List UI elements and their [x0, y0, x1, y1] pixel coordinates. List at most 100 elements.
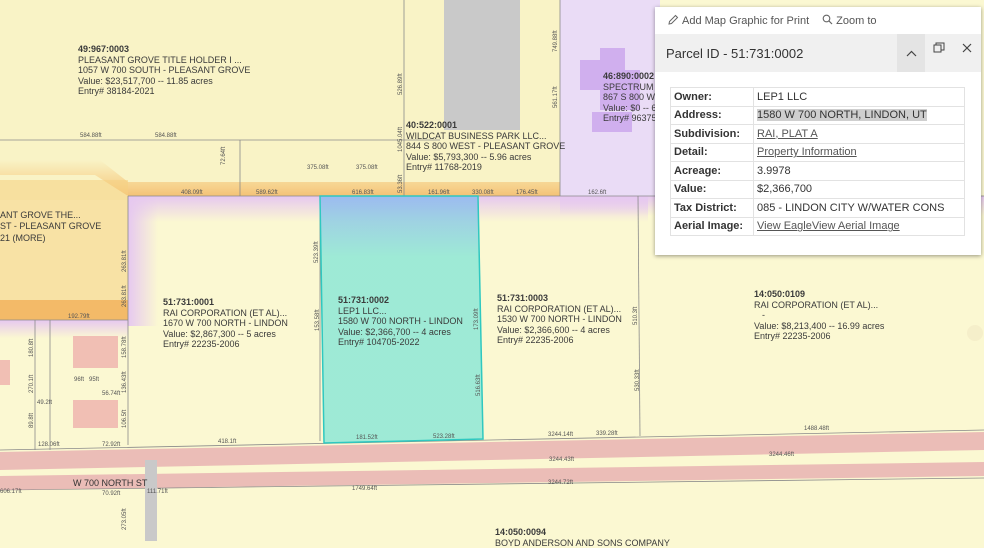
gray-road-segment: [444, 0, 520, 130]
zoom-icon: [822, 14, 833, 28]
popup-title: Parcel ID - 51:731:0002: [666, 46, 803, 61]
table-row: Value: $2,366,700: [671, 180, 965, 199]
popup-header-buttons: [897, 34, 981, 72]
parcel-line: 1670 W 700 NORTH - LINDON: [163, 318, 288, 329]
dimension-label: 106.5ft: [122, 410, 128, 428]
parcel-line: -: [754, 310, 884, 321]
property-information-link[interactable]: Property Information: [757, 146, 857, 158]
dimension-label: 89.8ft: [29, 413, 35, 428]
parcel-line: 21 (MORE): [0, 233, 101, 244]
dimension-label: 270.1ft: [29, 375, 35, 393]
parcel-label: 14:050:0094 BOYD ANDERSON AND SONS COMPA…: [495, 527, 670, 548]
close-icon: [962, 40, 972, 58]
dimension-label: 192.79ft: [68, 314, 90, 320]
parcel-line: ST - PLEASANT GROVE: [0, 221, 101, 232]
attr-value: 1580 W 700 NORTH, LINDON, UT: [754, 106, 965, 125]
dimension-label: 510.3ft: [633, 307, 639, 325]
dimension-label: 161.96ft: [428, 190, 450, 196]
parcel-id: 51:731:0002: [338, 295, 463, 306]
attr-key: Tax District:: [671, 199, 754, 218]
parcel-id: 51:731:0003: [497, 293, 622, 304]
dimension-label: 749.88ft: [553, 30, 559, 52]
table-row: Acreage: 3.9978: [671, 162, 965, 181]
parcel-label: 14:050:0109 RAI CORPORATION (ET AL)... -…: [754, 289, 884, 342]
attr-key: Subdivision:: [671, 125, 754, 144]
parcel-line: Value: $8,213,400 -- 16.99 acres: [754, 321, 884, 332]
building: [73, 400, 118, 428]
road-label: W 700 NORTH ST: [73, 478, 147, 488]
parcel-line: Entry# 22235-2006: [754, 331, 884, 342]
dimension-label: 375.08ft: [307, 165, 329, 171]
dimension-label: 1045.04ft: [398, 127, 404, 152]
chevron-up-icon: [906, 44, 917, 62]
parcel-id: 40:522:0001: [406, 120, 565, 131]
attr-key: Acreage:: [671, 162, 754, 181]
orange-boundary-left: [0, 180, 128, 320]
parcel-line: ANT GROVE THE...: [0, 210, 101, 221]
close-button[interactable]: [953, 34, 981, 64]
parcel-line: Value: $5,793,300 -- 5.96 acres: [406, 152, 565, 163]
parcel-line: SPECTRUM A: [603, 82, 662, 93]
parcel-line: RAI CORPORATION (ET AL)...: [497, 304, 622, 315]
dock-button[interactable]: [925, 34, 953, 64]
parcel-popup: Add Map Graphic for Print Zoom to Parcel…: [655, 7, 981, 255]
dimension-label: 128.06ft: [38, 442, 60, 448]
dimension-label: 516.63ft: [476, 374, 482, 396]
attr-key: Aerial Image:: [671, 217, 754, 236]
attr-value: LEP1 LLC: [754, 88, 965, 107]
attr-key: Address:: [671, 106, 754, 125]
parcel-label-selected: 51:731:0002 LEP1 LLC... 1580 W 700 NORTH…: [338, 295, 463, 348]
table-row: Address: 1580 W 700 NORTH, LINDON, UT: [671, 106, 965, 125]
table-row: Aerial Image: View EagleView Aerial Imag…: [671, 217, 965, 236]
dimension-label: 3244.46ft: [769, 452, 794, 458]
restore-window-icon: [933, 40, 945, 58]
dimension-label: 96ft: [74, 377, 84, 383]
parcel-line: BOYD ANDERSON AND SONS COMPANY: [495, 538, 670, 548]
dimension-label: 181.52ft: [356, 435, 378, 441]
dimension-label: 153.58ft: [315, 309, 321, 331]
parcel-id: 49:967:0003: [78, 44, 250, 55]
dimension-label: 339.28ft: [596, 431, 618, 437]
add-map-graphic-button[interactable]: Add Map Graphic for Print: [668, 14, 809, 28]
dimension-label: 418.1ft: [218, 439, 236, 445]
zoom-to-button[interactable]: Zoom to: [822, 14, 876, 28]
parcel-label: 40:522:0001 WILDCAT BUSINESS PARK LLC...…: [406, 120, 565, 173]
attr-value: RAI, PLAT A: [754, 125, 965, 144]
dimension-label: 263.81ft: [122, 250, 128, 272]
dimension-label: 176.45ft: [516, 190, 538, 196]
dimension-label: 111.71ft: [147, 489, 168, 495]
collapse-button[interactable]: [897, 34, 925, 72]
parcel-line: Entry# 22235-2006: [497, 335, 622, 346]
dimension-label: 158.78ft: [122, 336, 128, 358]
table-row: Owner: LEP1 LLC: [671, 88, 965, 107]
address-value[interactable]: 1580 W 700 NORTH, LINDON, UT: [757, 109, 927, 121]
add-map-graphic-label: Add Map Graphic for Print: [682, 15, 809, 27]
attr-value: Property Information: [754, 143, 965, 162]
parcel-line: 1057 W 700 SOUTH - PLEASANT GROVE: [78, 65, 250, 76]
parcel-line: 867 S 800 WE: [603, 92, 662, 103]
dimension-label: 375.08ft: [356, 165, 378, 171]
subdivision-link[interactable]: RAI, PLAT A: [757, 128, 818, 140]
parcel-line: PLEASANT GROVE TITLE HOLDER I ...: [78, 55, 250, 66]
attr-value: $2,366,700: [754, 180, 965, 199]
parcel-line: Entry# 38184-2021: [78, 86, 250, 97]
attr-value: 3.9978: [754, 162, 965, 181]
building: [0, 360, 10, 385]
parcel-id: 14:050:0094: [495, 527, 670, 538]
dimension-label: 330.08ft: [472, 190, 494, 196]
eagleview-aerial-link[interactable]: View EagleView Aerial Image: [757, 220, 900, 232]
parcel-label: 46:890:0002 SPECTRUM A 867 S 800 WE Valu…: [603, 71, 662, 124]
gray-road-segment: [145, 460, 157, 541]
dimension-label: 606.17ft: [0, 489, 22, 495]
dimension-label: 180.8ft: [29, 339, 35, 357]
building: [73, 336, 118, 368]
dimension-label: 70.92ft: [102, 491, 120, 497]
dimension-label: 72.92ft: [102, 442, 120, 448]
dimension-label: 136.43ft: [122, 371, 128, 393]
parcel-line: Entry# 96375-: [603, 113, 662, 124]
parcel-id: 14:050:0109: [754, 289, 884, 300]
dimension-label: 49.2ft: [37, 400, 52, 406]
parcel-line: RAI CORPORATION (ET AL)...: [754, 300, 884, 311]
attr-value: View EagleView Aerial Image: [754, 217, 965, 236]
popup-header: Parcel ID - 51:731:0002: [655, 34, 981, 72]
